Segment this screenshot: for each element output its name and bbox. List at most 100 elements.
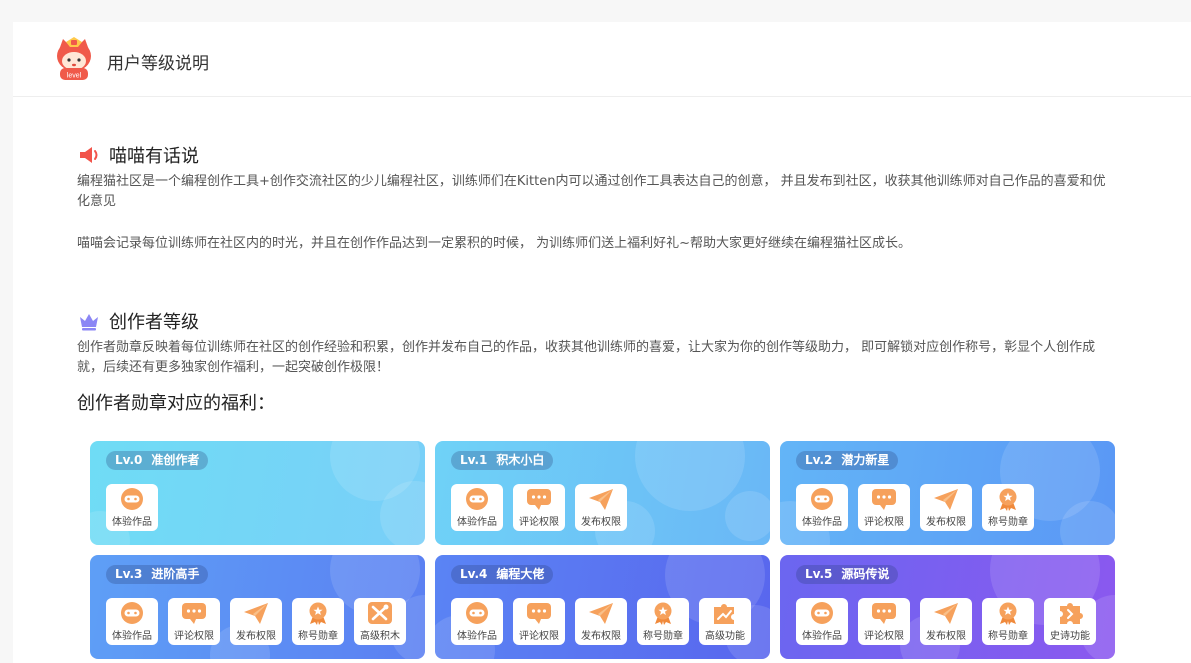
perk-list: 体验作品 评论权限 发布权限 称号勋章 — [796, 484, 1044, 531]
perk-label: 体验作品 — [457, 631, 497, 642]
perk-label: 发布权限 — [926, 517, 966, 528]
intro-paragraph: 编程猫社区是一个编程创作工具+创作交流社区的少儿编程社区，训练师们在Kitten… — [77, 174, 1106, 209]
level-name: 源码传说 — [841, 567, 890, 581]
level-card-lv3: Lv.3 进阶高手体验作品 评论权限 发布权限 称号勋章 高级积木 — [90, 555, 425, 659]
perk-item: 称号勋章 — [637, 598, 689, 645]
perk-item: 体验作品 — [106, 484, 158, 531]
level-number: Lv.3 — [115, 567, 143, 581]
perk-label: 体验作品 — [112, 631, 152, 642]
perk-item: 史诗功能 — [1044, 598, 1096, 645]
level-name: 潜力新星 — [841, 453, 890, 467]
level-badge: Lv.0 准创作者 — [106, 451, 209, 470]
level-number: Lv.0 — [115, 453, 143, 467]
crown-icon — [80, 314, 98, 331]
puzzle-chart-icon — [714, 604, 734, 624]
perk-item: 评论权限 — [513, 598, 565, 645]
section-title: 喵喵有话说 — [109, 146, 199, 167]
paper-plane-icon — [244, 603, 268, 624]
level-badge: Lv.2 潜力新星 — [796, 451, 899, 470]
perk-item: 高级功能 — [699, 598, 751, 645]
level-name: 进阶高手 — [151, 567, 200, 581]
perk-list: 体验作品 — [106, 484, 168, 531]
perk-item: 评论权限 — [513, 484, 565, 531]
tools-icon — [368, 602, 392, 624]
perk-item: 称号勋章 — [982, 598, 1034, 645]
perk-item: 发布权限 — [920, 598, 972, 645]
paper-plane-icon — [934, 603, 958, 624]
level-card-lv4: Lv.4 编程大佬体验作品 评论权限 发布权限 称号勋章 高级功能 — [435, 555, 770, 659]
perk-label: 称号勋章 — [643, 631, 683, 642]
gamepad-icon — [121, 602, 143, 624]
level-badge: Lv.1 积木小白 — [451, 451, 554, 470]
perk-label: 体验作品 — [457, 517, 497, 528]
perk-item: 发布权限 — [230, 598, 282, 645]
level-name: 积木小白 — [496, 453, 545, 467]
comment-icon — [527, 489, 551, 510]
level-badge: Lv.5 源码传说 — [796, 565, 899, 584]
medal-icon — [309, 602, 327, 625]
perk-item: 发布权限 — [920, 484, 972, 531]
level-cat-logo: level — [57, 37, 91, 80]
level-card-lv2: Lv.2 潜力新星体验作品 评论权限 发布权限 称号勋章 — [780, 441, 1115, 545]
section-title: 创作者等级 — [109, 312, 199, 333]
level-card-lv1: Lv.1 积木小白体验作品 评论权限 发布权限 — [435, 441, 770, 545]
comment-icon — [872, 603, 896, 624]
level-badge: Lv.4 编程大佬 — [451, 565, 554, 584]
medal-icon — [999, 488, 1017, 511]
growth-paragraph: 喵喵会记录每位训练师在社区内的时光，并且在创作作品达到一定累积的时候， 为训练师… — [77, 236, 912, 251]
perk-label: 评论权限 — [864, 631, 904, 642]
puzzle-icon — [1060, 603, 1083, 624]
perk-label: 史诗功能 — [1050, 631, 1090, 642]
svg-text:level: level — [67, 73, 82, 80]
perk-label: 体验作品 — [802, 631, 842, 642]
perk-label: 评论权限 — [174, 631, 214, 642]
perk-item: 体验作品 — [796, 484, 848, 531]
perk-list: 体验作品 评论权限 发布权限 称号勋章 高级功能 — [451, 598, 761, 645]
speaker-icon — [80, 147, 98, 163]
perk-item: 体验作品 — [451, 484, 503, 531]
perk-item: 评论权限 — [168, 598, 220, 645]
perk-item: 评论权限 — [858, 484, 910, 531]
comment-icon — [872, 489, 896, 510]
perk-item: 高级积木 — [354, 598, 406, 645]
decor-bubble — [725, 491, 770, 541]
perk-item: 体验作品 — [451, 598, 503, 645]
page-title: 用户等级说明 — [107, 54, 209, 74]
perk-list: 体验作品 评论权限 发布权限 — [451, 484, 637, 531]
perk-item: 称号勋章 — [292, 598, 344, 645]
perk-item: 发布权限 — [575, 484, 627, 531]
perk-list: 体验作品 评论权限 发布权限 称号勋章 史诗功能 — [796, 598, 1106, 645]
gamepad-icon — [811, 488, 833, 510]
perk-item: 称号勋章 — [982, 484, 1034, 531]
perk-label: 称号勋章 — [988, 631, 1028, 642]
paper-plane-icon — [589, 603, 613, 624]
level-name: 编程大佬 — [496, 567, 545, 581]
perk-label: 发布权限 — [581, 631, 621, 642]
perk-label: 评论权限 — [864, 517, 904, 528]
level-name: 准创作者 — [151, 453, 200, 467]
level-number: Lv.4 — [460, 567, 488, 581]
medal-icon — [654, 602, 672, 625]
section-meow-says-heading: 喵喵有话说 — [77, 142, 199, 168]
perk-label: 发布权限 — [926, 631, 966, 642]
comment-icon — [527, 603, 551, 624]
perk-item: 发布权限 — [575, 598, 627, 645]
section-creator-level-heading: 创作者等级 — [77, 308, 199, 334]
gamepad-icon — [121, 488, 143, 510]
level-card-lv5: Lv.5 源码传说体验作品 评论权限 发布权限 称号勋章 史诗功能 — [780, 555, 1115, 659]
medal-icon — [999, 602, 1017, 625]
level-number: Lv.1 — [460, 453, 488, 467]
page-header: level 用户等级说明 — [13, 22, 1191, 97]
paper-plane-icon — [934, 489, 958, 510]
decor-bubble — [635, 441, 745, 511]
creator-level-paragraph: 创作者勋章反映着每位训练师在社区的创作经验和积累，创作并发布自己的作品，收获其他… — [77, 340, 1096, 375]
perk-list: 体验作品 评论权限 发布权限 称号勋章 高级积木 — [106, 598, 416, 645]
perk-label: 称号勋章 — [988, 517, 1028, 528]
perk-item: 评论权限 — [858, 598, 910, 645]
comment-icon — [182, 603, 206, 624]
level-number: Lv.5 — [805, 567, 833, 581]
level-card-lv0: Lv.0 准创作者体验作品 — [90, 441, 425, 545]
perk-item: 体验作品 — [106, 598, 158, 645]
perk-label: 高级功能 — [705, 631, 745, 642]
level-badge: Lv.3 进阶高手 — [106, 565, 209, 584]
